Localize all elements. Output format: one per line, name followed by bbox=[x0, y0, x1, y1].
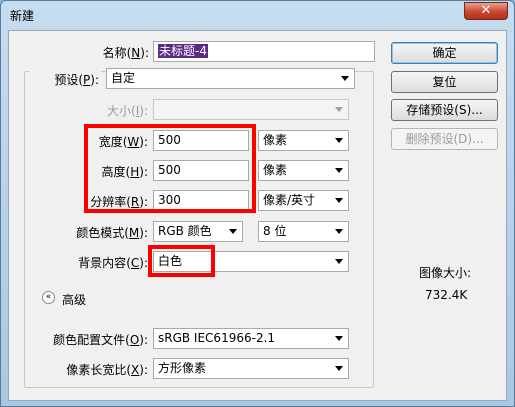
chevron-down-icon bbox=[335, 229, 343, 234]
chevron-double-up-icon[interactable]: « bbox=[42, 291, 55, 304]
chevron-down-icon bbox=[229, 229, 237, 234]
preset-value: 自定 bbox=[111, 71, 136, 85]
chevron-down-icon bbox=[335, 336, 343, 341]
chevron-down-icon bbox=[335, 366, 343, 371]
dialog-body: 名称(N): 未标题-4 预设(P): 自定 大小(I): 宽度(W): 500 bbox=[8, 30, 507, 401]
name-value: 未标题-4 bbox=[158, 44, 208, 58]
width-unit-select[interactable]: 像素 bbox=[258, 130, 349, 151]
height-unit-value: 像素 bbox=[263, 163, 288, 177]
size-select[interactable] bbox=[153, 99, 349, 120]
bit-depth-value: 8 位 bbox=[263, 224, 287, 238]
image-size-label: 图像大小: bbox=[419, 266, 472, 280]
annotation-box-dimensions bbox=[84, 124, 256, 213]
color-profile-value: sRGB IEC61966-2.1 bbox=[158, 331, 276, 345]
width-unit-value: 像素 bbox=[263, 133, 288, 147]
chevron-down-icon bbox=[335, 259, 343, 264]
color-profile-select[interactable]: sRGB IEC61966-2.1 bbox=[153, 328, 349, 349]
height-unit-select[interactable]: 像素 bbox=[258, 160, 349, 181]
name-input[interactable]: 未标题-4 bbox=[153, 41, 375, 62]
new-document-dialog: 新建 ✕ 名称(N): 未标题-4 预设(P): 自定 大小(I): 宽度(W)… bbox=[0, 0, 515, 407]
name-label: 名称(N): bbox=[102, 46, 149, 60]
background-label: 背景内容(C): bbox=[78, 256, 148, 270]
preset-label: 预设(P): bbox=[29, 71, 101, 88]
color-mode-select[interactable]: RGB 颜色 bbox=[153, 221, 243, 242]
chevron-down-icon bbox=[335, 168, 343, 173]
pixel-aspect-select[interactable]: 方形像素 bbox=[153, 358, 349, 379]
color-mode-label: 颜色模式(M): bbox=[76, 226, 148, 240]
chevron-down-icon bbox=[341, 76, 349, 81]
bit-depth-select[interactable]: 8 位 bbox=[258, 221, 349, 242]
preset-select[interactable]: 自定 bbox=[106, 68, 355, 89]
pixel-aspect-label: 像素长宽比(X): bbox=[66, 363, 148, 377]
close-icon: ✕ bbox=[480, 3, 492, 18]
window-title: 新建 bbox=[10, 9, 35, 23]
delete-preset-button[interactable]: 删除预设(D)... bbox=[391, 128, 498, 150]
close-button[interactable]: ✕ bbox=[464, 2, 508, 20]
advanced-label[interactable]: 高级 bbox=[62, 291, 86, 308]
annotation-box-background bbox=[148, 245, 215, 277]
size-label: 大小(I): bbox=[107, 104, 148, 118]
resolution-unit-value: 像素/英寸 bbox=[263, 193, 316, 207]
resolution-unit-select[interactable]: 像素/英寸 bbox=[258, 190, 349, 211]
chevron-down-icon bbox=[335, 138, 343, 143]
pixel-aspect-value: 方形像素 bbox=[158, 361, 207, 375]
image-size-value: 732.4K bbox=[425, 288, 468, 302]
chevron-down-icon bbox=[335, 107, 343, 112]
reset-button[interactable]: 复位 bbox=[391, 71, 498, 93]
ok-button[interactable]: 确定 bbox=[391, 42, 498, 64]
color-mode-value: RGB 颜色 bbox=[158, 224, 212, 238]
save-preset-button[interactable]: 存储预设(S)... bbox=[391, 99, 498, 121]
color-profile-label: 颜色配置文件(O): bbox=[53, 333, 148, 347]
chevron-down-icon bbox=[335, 198, 343, 203]
title-bar[interactable]: 新建 ✕ bbox=[1, 1, 514, 29]
